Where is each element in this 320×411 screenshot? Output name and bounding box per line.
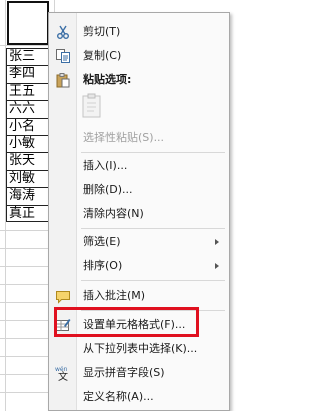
clipboard-icon [82, 93, 101, 118]
menu-item-label: 显示拼音字段(S) [83, 366, 165, 379]
menu-separator [81, 280, 225, 281]
scissors-icon [55, 24, 71, 40]
name-column: 张三 李四 王五 六六 小名 小敏 张天 刘敏 海涛 真正 [6, 48, 54, 222]
phonetic-guide-icon: wén 文 [55, 365, 71, 383]
comment-icon [55, 288, 71, 304]
menu-item-label: 删除(D)... [83, 183, 133, 196]
menu-item-sort[interactable]: 排序(O) [49, 254, 229, 278]
menu-item-label: 筛选(E) [83, 235, 121, 248]
menu-item-label: 选择性粘贴(S)... [83, 131, 165, 144]
menu-item-label: 排序(O) [83, 259, 123, 272]
menu-header-paste-options: 粘贴选项: [49, 68, 229, 92]
svg-text:文: 文 [58, 370, 68, 381]
menu-item-label: 定义名称(A)... [83, 390, 154, 403]
cell-name[interactable]: 张三 [6, 48, 54, 66]
menu-item-delete[interactable]: 删除(D)... [49, 178, 229, 202]
menu-item-label: 从下拉列表中选择(K)... [83, 342, 198, 355]
submenu-arrow-icon [215, 263, 219, 269]
menu-item-label: 复制(C) [83, 49, 122, 62]
cell-name[interactable]: 海涛 [6, 187, 54, 205]
cell-name[interactable]: 刘敏 [6, 169, 54, 188]
menu-item-copy[interactable]: 复制(C) [49, 44, 229, 68]
highlight-box [54, 307, 199, 337]
menu-item-insert[interactable]: 插入(I)... [49, 154, 229, 178]
cell-name[interactable]: 六六 [6, 100, 54, 118]
menu-item-show-phonetic[interactable]: wén 文 显示拼音字段(S) [49, 361, 229, 385]
cell-name[interactable]: 真正 [6, 204, 54, 222]
menu-item-label: 插入批注(M) [83, 289, 146, 302]
copy-icon [55, 48, 71, 64]
menu-item-label: 剪切(T) [83, 25, 121, 38]
submenu-arrow-icon [215, 239, 219, 245]
cell-name[interactable]: 张天 [6, 152, 54, 170]
menu-item-clear-contents[interactable]: 清除内容(N) [49, 202, 229, 226]
cell-name[interactable]: 王五 [6, 82, 54, 101]
menu-item-paste-special[interactable]: 选择性粘贴(S)... [49, 126, 229, 150]
menu-item-label: 清除内容(N) [83, 207, 144, 220]
selected-cell[interactable] [7, 1, 49, 45]
cell-name[interactable]: 小敏 [6, 134, 54, 153]
menu-separator [81, 228, 225, 229]
context-menu: 剪切(T) 复制(C) 粘贴选项: 选择性粘贴(S)... 插入(I)... 删… [48, 12, 230, 411]
menu-separator [81, 152, 225, 153]
paste-icon [55, 72, 71, 88]
paste-option-button[interactable] [81, 92, 103, 118]
cell-name[interactable]: 小名 [6, 117, 54, 135]
menu-item-cut[interactable]: 剪切(T) [49, 20, 229, 44]
menu-item-filter[interactable]: 筛选(E) [49, 230, 229, 254]
menu-item-label: 插入(I)... [83, 159, 128, 172]
cell-name[interactable]: 李四 [6, 65, 54, 83]
menu-item-insert-comment[interactable]: 插入批注(M) [49, 284, 229, 308]
menu-item-label: 粘贴选项: [83, 73, 132, 86]
menu-item-define-name[interactable]: 定义名称(A)... [49, 385, 229, 409]
menu-item-pick-from-list[interactable]: 从下拉列表中选择(K)... [49, 337, 229, 361]
